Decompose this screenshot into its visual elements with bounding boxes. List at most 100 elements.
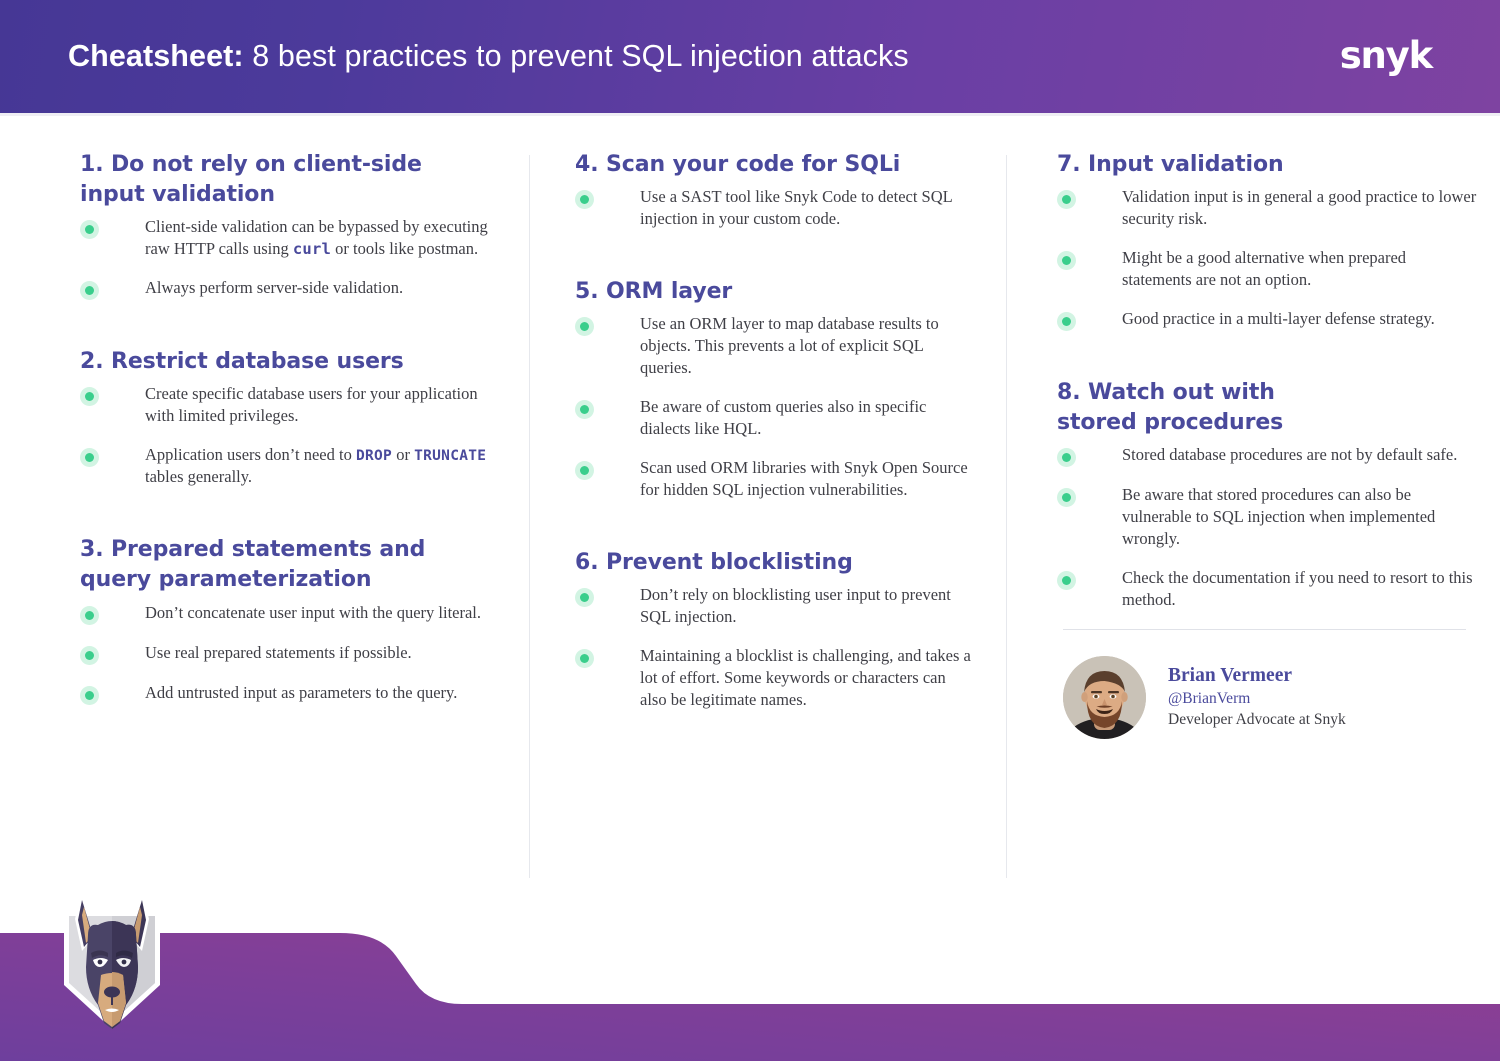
page-title: Cheatsheet: 8 best practices to prevent … [68, 41, 909, 72]
bullet-text: Might be a good alternative when prepare… [1122, 247, 1478, 291]
bullet-dot-icon [80, 220, 99, 240]
author-role: Developer Advocate at Snyk [1168, 710, 1346, 728]
bullet-dot-icon [80, 685, 99, 705]
bullet-dot-icon [575, 190, 594, 210]
author-photo-illustration [1063, 655, 1146, 739]
list-item: Use real prepared statements if possible… [80, 642, 489, 665]
bullet-text: Scan used ORM libraries with Snyk Open S… [640, 457, 976, 501]
inline-code: curl [292, 240, 332, 259]
bullet-text: Maintaining a blocklist is challenging, … [640, 645, 976, 711]
bullet-list: Use a SAST tool like Snyk Code to detect… [575, 186, 976, 230]
column-1: 1. Do not rely on client-side input valid… [0, 150, 529, 880]
text-run: Check the documentation if you need to r… [1122, 567, 1473, 609]
bullet-dot-icon [575, 587, 594, 607]
section-title: 2. Restrict database users [80, 349, 404, 375]
list-item: Be aware that stored procedures can also… [1057, 484, 1478, 550]
bullet-list: Don’t rely on blocklisting user input to… [575, 584, 976, 711]
text-run: Use a SAST tool like Snyk Code to detect… [640, 187, 953, 229]
text-run: Validation input is in general a good pr… [1122, 187, 1477, 229]
bullet-dot-icon [1057, 190, 1076, 210]
section: 2. Restrict database users Create specifi… [80, 347, 489, 488]
text-run: Scan used ORM libraries with Snyk Open S… [640, 457, 968, 499]
text-run: or [392, 445, 415, 465]
column-2: 4. Scan your code for SQLi Use a SAST too… [529, 150, 1006, 880]
bullet-dot-icon [80, 645, 99, 665]
text-run: Good practice in a multi-layer defense s… [1122, 308, 1435, 328]
column-3: 7. Input validation Validation input is i… [1006, 150, 1500, 880]
text-run: Stored database procedures are not by de… [1122, 445, 1458, 465]
page-footer: www.snyk.io [0, 880, 1500, 1061]
text-run: Be aware of custom queries also in speci… [640, 396, 927, 438]
list-item: Always perform server-side validation. [80, 277, 489, 301]
bullet-text: Always perform server-side validation. [145, 277, 403, 299]
bullet-text: Validation input is in general a good pr… [1122, 186, 1478, 230]
list-item: Good practice in a multi-layer defense s… [1057, 308, 1478, 331]
bullet-text: Good practice in a multi-layer defense s… [1122, 308, 1435, 330]
list-item: Might be a good alternative when prepare… [1057, 247, 1478, 291]
text-run: Create specific database users for your … [145, 384, 478, 426]
bullet-text: Add untrusted input as parameters to the… [145, 682, 457, 704]
inline-keyword: TRUNCATE [414, 448, 487, 465]
bullet-text: Be aware that stored procedures can also… [1122, 484, 1478, 550]
text-run: Don’t rely on blocklisting user input to… [640, 584, 951, 626]
list-item: Don’t rely on blocklisting user input to… [575, 584, 976, 628]
text-run: Always perform server-side validation. [145, 278, 404, 298]
bullet-dot-icon [575, 648, 594, 668]
text-run: Maintaining a blocklist is challenging, … [640, 645, 971, 709]
page-title-bold: Cheatsheet: [68, 39, 244, 74]
list-item: Maintaining a blocklist is challenging, … [575, 645, 976, 711]
bullet-list: Create specific database users for your … [80, 383, 489, 488]
bullet-list: Client-side validation can be bypassed b… [80, 216, 489, 301]
section: 6. Prevent blocklisting Don’t rely on blo… [575, 548, 976, 711]
bullet-dot-icon [80, 387, 99, 407]
text-run: Use real prepared statements if possible… [145, 642, 412, 662]
bullet-text: Stored database procedures are not by de… [1122, 444, 1457, 466]
text-run: Be aware that stored procedures can also… [1122, 485, 1436, 548]
bullet-dot-icon [80, 281, 99, 301]
content-columns: 1. Do not rely on client-side input valid… [0, 150, 1500, 880]
column-divider-2 [1006, 155, 1007, 878]
snyk-wordmark-logo: snyk [1339, 34, 1434, 77]
list-item: Application users don’t need to DROP or … [80, 444, 489, 488]
bullet-list: Validation input is in general a good pr… [1057, 186, 1478, 331]
bullet-text: Client-side validation can be bypassed b… [145, 216, 489, 260]
inline-keyword: DROP [355, 448, 393, 465]
page-title-rest: 8 best practices to prevent SQL injectio… [243, 39, 909, 74]
section: 1. Do not rely on client-side input valid… [80, 150, 489, 301]
section-title-line2: input validation [80, 182, 275, 208]
bullet-dot-icon [575, 317, 594, 337]
list-item: Use a SAST tool like Snyk Code to detect… [575, 186, 976, 230]
snyk-doberman-shield-logo [64, 897, 160, 1029]
bullet-dot-icon [1057, 251, 1076, 270]
list-item: Scan used ORM libraries with Snyk Open S… [575, 457, 976, 501]
text-run: Don’t concatenate user input with the qu… [145, 602, 482, 622]
section: 8. Watch out with stored procedures Stored… [1057, 378, 1478, 611]
list-item: Stored database procedures are not by de… [1057, 444, 1478, 468]
list-item: Validation input is in general a good pr… [1057, 186, 1478, 230]
text-run: Application users don’t need to [145, 445, 356, 465]
list-item: Create specific database users for your … [80, 383, 489, 427]
section-title: 5. ORM layer [575, 279, 733, 304]
list-item: Client-side validation can be bypassed b… [80, 216, 489, 260]
section: 4. Scan your code for SQLi Use a SAST too… [575, 150, 976, 230]
author-name: Brian Vermeer [1168, 665, 1293, 687]
list-item: Check the documentation if you need to r… [1057, 567, 1478, 611]
bullet-dot-icon [1057, 488, 1076, 508]
author-handle[interactable]: @BrianVerm [1168, 689, 1346, 710]
author-info: Brian Vermeer @BrianVerm Developer Advoc… [1168, 664, 1346, 730]
bullet-text: Use a SAST tool like Snyk Code to detect… [640, 186, 976, 230]
bullet-dot-icon [80, 448, 99, 468]
section-title: 6. Prevent blocklisting [575, 549, 853, 575]
section-title: 1. Do not rely on client-side input valid… [80, 152, 422, 208]
bullet-dot-icon [1057, 448, 1076, 468]
bullet-text: Be aware of custom queries also in speci… [640, 396, 976, 440]
bullet-dot-icon [1057, 570, 1076, 590]
footer-ribbon [0, 933, 1500, 1061]
bullet-text: Application users don’t need to DROP or … [145, 444, 489, 488]
author-separator [1063, 628, 1466, 630]
bullet-dot-icon [80, 605, 99, 625]
